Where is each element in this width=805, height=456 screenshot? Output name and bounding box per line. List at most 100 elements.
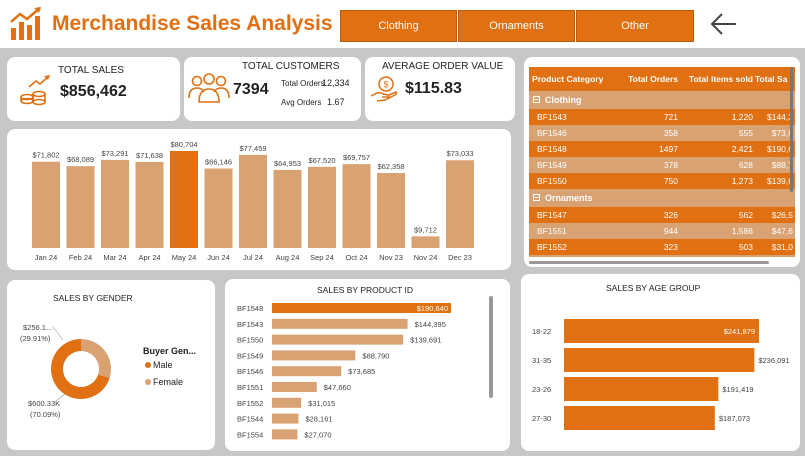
total-sales-label: TOTAL SALES (58, 65, 124, 76)
table-row[interactable]: BF1552 323 503 $31,0 (529, 239, 795, 255)
table-group-row[interactable]: − Clothing (529, 91, 795, 109)
total-orders-label: Total Orders (281, 79, 325, 88)
nav-button-clothing[interactable]: Clothing (340, 10, 457, 42)
product-bar-label: $27,070 (304, 430, 331, 439)
table-horizontal-scrollbar[interactable] (529, 261, 769, 264)
product-bar (272, 334, 404, 345)
product-bar (272, 397, 302, 408)
nav-button-other[interactable]: Other (576, 10, 694, 42)
age-bar (564, 348, 755, 372)
back-arrow-icon[interactable] (708, 10, 740, 38)
table-cell: $88,7 (771, 160, 793, 170)
table-cell: BF1553 (537, 255, 621, 257)
table-cell: $139,6 (767, 176, 793, 186)
table-row[interactable]: BF1551 944 1,586 $47,6 (529, 223, 795, 239)
product-bar-label: $139,691 (410, 336, 441, 345)
total-customers-label: TOTAL CUSTOMERS (242, 61, 340, 72)
nav-button-ornaments[interactable]: Ornaments (458, 10, 575, 42)
legend-male-label: Male (153, 360, 173, 370)
table-row[interactable]: BF1546 358 555 $73,6 (529, 125, 795, 141)
product-bar-label: $28,161 (305, 415, 332, 424)
table-cell: $31,0 (771, 242, 793, 252)
month-tick-label: Nov 23 (379, 253, 403, 262)
table-cell: BF1549 (537, 160, 567, 170)
month-bar (204, 168, 233, 248)
coins-growth-icon (20, 75, 50, 106)
table-cell: 555 (738, 128, 753, 138)
product-bar-label: $144,395 (415, 320, 446, 329)
table-cell: 562 (738, 210, 753, 220)
table-cell: 503 (738, 242, 753, 252)
male-pct-label: (70.09%) (30, 410, 61, 419)
svg-text:$: $ (383, 80, 388, 90)
age-tick-label: 18-22 (532, 327, 551, 336)
product-bar (272, 429, 298, 440)
month-bar (377, 173, 405, 248)
table-row[interactable]: BF1550 750 1,273 $139,6 (529, 173, 795, 189)
age-bar-label: $241,879 (724, 327, 755, 336)
month-bar (411, 236, 440, 248)
sales-by-age-chart: 18-22 $241,879 31-35 $236,091 23-26 $191,419 2… (532, 319, 790, 430)
collapse-icon[interactable]: − (533, 96, 540, 104)
table-cell: $144,3 (767, 112, 793, 122)
age-bar-label: $187,073 (719, 414, 750, 423)
month-bar-label: $66,146 (205, 157, 232, 166)
product-table-card: Product Category Total Orders Total items … (524, 57, 800, 267)
table-row[interactable]: BF1549 378 628 $88,7 (529, 157, 795, 173)
month-bar (66, 166, 95, 248)
month-tick-label: May 24 (172, 253, 197, 262)
table-row[interactable]: BF1547 326 562 $26,5 (529, 207, 795, 223)
sales-by-product-card: SALES BY PRODUCT ID BF1548 $190,640 BF1543… (225, 279, 510, 451)
product-bar (272, 366, 342, 377)
table-vertical-scrollbar[interactable] (790, 67, 793, 192)
table-row[interactable]: BF1548 1497 2,421 $190,6 (529, 141, 795, 157)
column-header[interactable]: Total items sold (680, 67, 755, 91)
table-cell: BF1551 (537, 226, 567, 236)
table-cell: BF1547 (537, 210, 567, 220)
table-cell: 721 (663, 112, 678, 122)
month-tick-label: Jul 24 (243, 253, 263, 262)
table-cell: BF1543 (537, 112, 567, 122)
avg-orders-label: Avg Orders (281, 98, 322, 107)
age-tick-label: 23-26 (532, 385, 551, 394)
age-bar (564, 406, 715, 430)
month-tick-label: Mar 24 (103, 253, 126, 262)
table-cell: 378 (663, 160, 678, 170)
product-tick-label: BF1546 (237, 367, 263, 376)
column-header[interactable]: Total Orders (616, 67, 680, 91)
product-bar (272, 413, 299, 424)
column-header[interactable]: Product Category (532, 67, 616, 91)
app-title: Merchandise Sales Analysis (52, 12, 333, 35)
table-cell: BF1548 (537, 144, 567, 154)
month-bar (308, 166, 336, 248)
customers-icon (188, 73, 230, 103)
aov-label: AVERAGE ORDER VALUE (382, 61, 504, 72)
table-cell: $190,6 (767, 144, 793, 154)
group-name: Clothing (545, 95, 582, 105)
table-cell: 362 (680, 255, 755, 257)
month-tick-label: Sep 24 (310, 253, 334, 262)
month-bar (446, 160, 474, 248)
collapse-icon[interactable]: − (533, 194, 540, 202)
product-tick-label: BF1543 (237, 320, 263, 329)
table-row[interactable]: BF1553231362$28,1 (529, 255, 795, 257)
table-group-row[interactable]: − Ornaments (529, 189, 795, 207)
column-header[interactable]: Total Sa (755, 67, 795, 91)
age-bar-label: $236,091 (758, 356, 789, 365)
total-customers-card: TOTAL CUSTOMERS 7394 Total Orders 12,334… (184, 57, 361, 121)
table-cell: BF1550 (537, 176, 567, 186)
product-tick-label: BF1548 (237, 304, 263, 313)
month-tick-label: Apr 24 (138, 253, 160, 262)
month-bar (135, 161, 164, 248)
product-tick-label: BF1554 (237, 430, 263, 439)
table-cell: $73,6 (771, 128, 793, 138)
legend-female-label: Female (153, 377, 184, 387)
product-chart-scrollbar[interactable] (489, 296, 493, 398)
month-bar-label: $71,638 (136, 151, 163, 160)
product-bar (272, 350, 356, 361)
month-bar-label: $80,704 (170, 140, 197, 149)
table-row[interactable]: BF1543 721 1,220 $144,3 (529, 109, 795, 125)
legend-male-swatch (145, 362, 151, 368)
month-bar-label: $64,953 (274, 159, 301, 168)
product-tick-label: BF1549 (237, 351, 263, 360)
